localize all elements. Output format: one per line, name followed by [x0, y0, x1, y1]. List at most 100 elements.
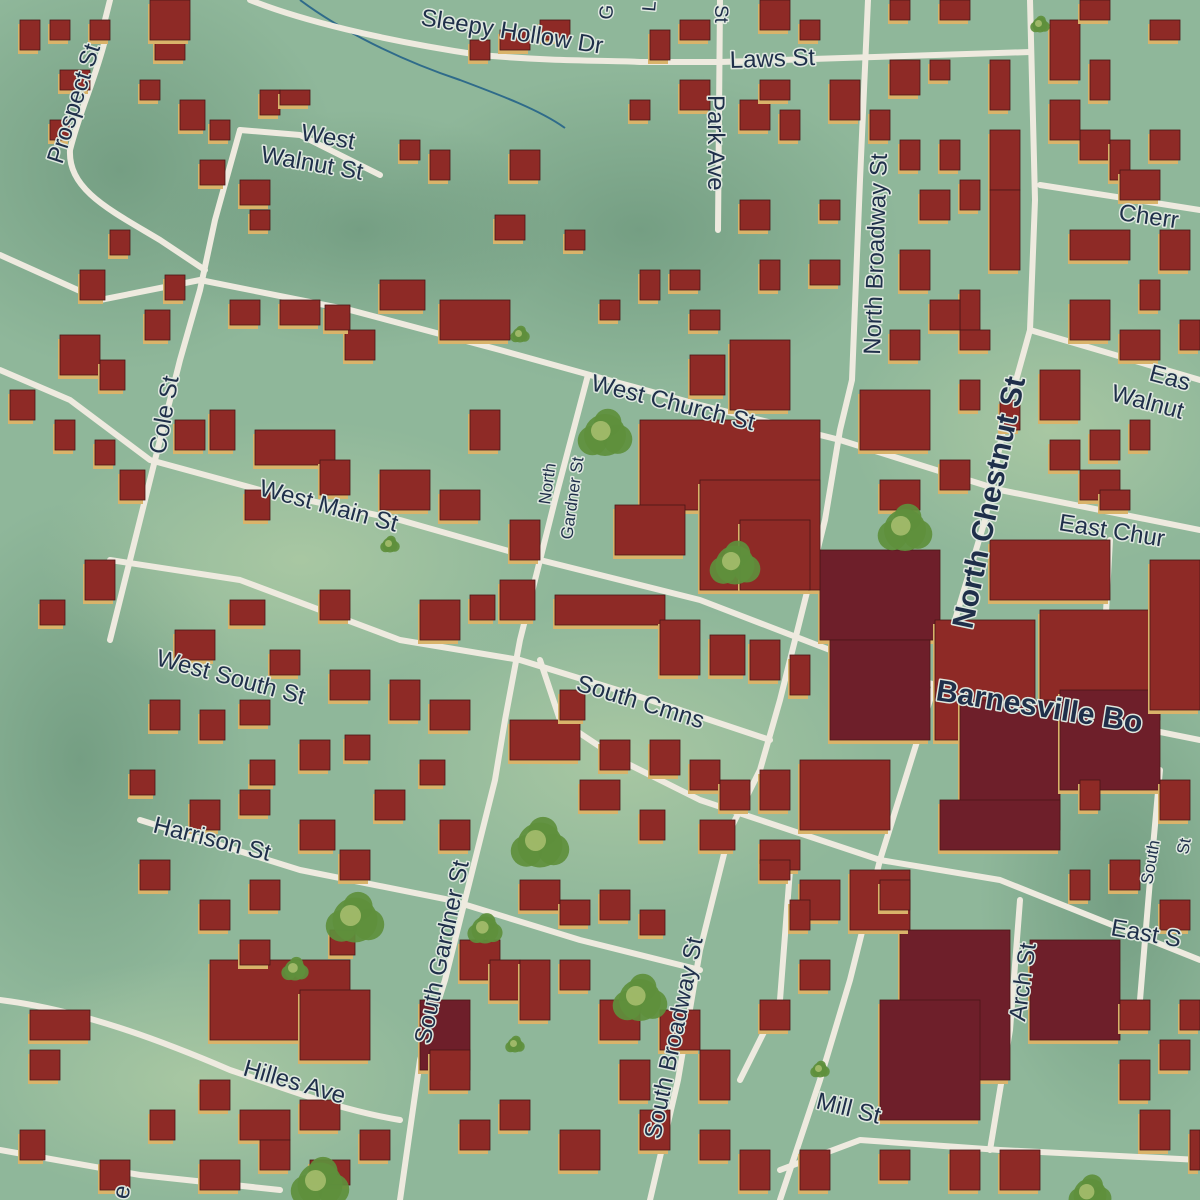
building-footprint — [1109, 859, 1141, 891]
building-footprint — [1049, 99, 1081, 141]
building — [238, 179, 271, 209]
building-footprint — [229, 599, 266, 626]
building-footprint — [199, 1079, 231, 1111]
building-footprint — [1079, 0, 1111, 21]
building — [648, 739, 681, 779]
building — [738, 199, 771, 234]
building-footprint — [1149, 19, 1181, 41]
building-footprint — [879, 879, 911, 911]
building-footprint — [799, 759, 891, 831]
building-footprint — [299, 819, 336, 851]
tree-highlight — [591, 421, 611, 441]
building-footprint — [324, 304, 351, 331]
building-footprint — [739, 199, 771, 231]
building-footprint — [829, 639, 931, 741]
building — [468, 409, 501, 454]
building-footprint — [399, 139, 421, 161]
building-footprint — [109, 229, 131, 256]
building-footprint — [1189, 1129, 1200, 1171]
building — [323, 304, 351, 334]
building — [1178, 319, 1200, 354]
building — [828, 639, 931, 744]
building-footprint — [649, 29, 671, 61]
building-footprint — [229, 299, 261, 326]
building — [93, 439, 116, 469]
building-footprint — [344, 734, 371, 761]
building-footprint — [759, 859, 791, 881]
building — [748, 639, 781, 684]
building — [1158, 229, 1191, 274]
building — [1068, 229, 1131, 264]
town-map[interactable]: Sleepy Hollow Dr Laws St Prospect St Par… — [0, 0, 1200, 1200]
building-footprint — [1069, 869, 1091, 901]
label-top-fragment-g: G — [596, 4, 618, 21]
building — [468, 39, 491, 64]
building-footprint — [939, 0, 971, 21]
building — [1088, 59, 1111, 104]
building — [928, 299, 961, 334]
building-footprint — [29, 1009, 91, 1041]
building — [598, 739, 631, 774]
building-footprint — [239, 939, 271, 966]
building — [298, 739, 331, 774]
building-footprint — [759, 999, 791, 1031]
label-park-ave[interactable]: Park Ave — [701, 94, 731, 193]
building-footprint — [419, 759, 446, 786]
building — [278, 89, 311, 109]
building — [698, 1129, 731, 1164]
building — [18, 1129, 46, 1164]
building — [198, 1159, 241, 1194]
building-footprint — [689, 309, 721, 331]
building — [638, 909, 666, 939]
building — [1188, 1129, 1200, 1174]
building — [758, 999, 791, 1034]
tree-highlight — [1079, 1184, 1095, 1200]
building-footprint — [209, 119, 231, 141]
label-laws-st[interactable]: Laws St — [728, 43, 818, 76]
building-footprint — [564, 229, 586, 251]
building — [988, 189, 1021, 274]
building-footprint — [359, 1129, 391, 1161]
building — [438, 299, 511, 344]
building-footprint — [439, 299, 511, 341]
building-footprint — [829, 79, 861, 121]
building-footprint — [759, 79, 791, 101]
building — [1048, 19, 1081, 84]
building — [358, 1129, 391, 1164]
building — [258, 89, 281, 119]
map-viewport[interactable]: Sleepy Hollow Dr Laws St Prospect St Par… — [0, 0, 1200, 1200]
building — [698, 819, 736, 854]
building-footprint — [499, 1099, 531, 1131]
building — [328, 669, 371, 704]
building-footprint — [1029, 939, 1121, 1041]
building-footprint — [1159, 1039, 1191, 1071]
tree-highlight — [510, 1040, 517, 1047]
building — [758, 769, 791, 814]
building-footprint — [139, 859, 171, 891]
building-footprint — [509, 149, 541, 181]
building-footprint — [269, 649, 301, 676]
building — [798, 19, 821, 44]
building — [208, 119, 231, 144]
building — [553, 594, 666, 629]
tree-highlight — [815, 1065, 822, 1072]
building — [298, 819, 336, 854]
building-footprint — [509, 519, 541, 561]
building — [493, 214, 526, 244]
building — [898, 249, 931, 294]
tree-highlight — [525, 830, 546, 851]
building-footprint — [439, 489, 481, 521]
building-footprint — [469, 39, 491, 61]
building-footprint — [929, 59, 951, 81]
building — [378, 279, 426, 314]
building-footprint — [759, 259, 781, 291]
building-footprint — [19, 19, 41, 51]
building — [563, 229, 586, 254]
building — [198, 1079, 231, 1114]
building-footprint — [879, 999, 981, 1121]
building — [618, 1059, 651, 1104]
building — [1148, 129, 1181, 164]
building-footprint — [249, 879, 281, 911]
building-footprint — [344, 329, 376, 361]
building-footprint — [819, 199, 841, 221]
